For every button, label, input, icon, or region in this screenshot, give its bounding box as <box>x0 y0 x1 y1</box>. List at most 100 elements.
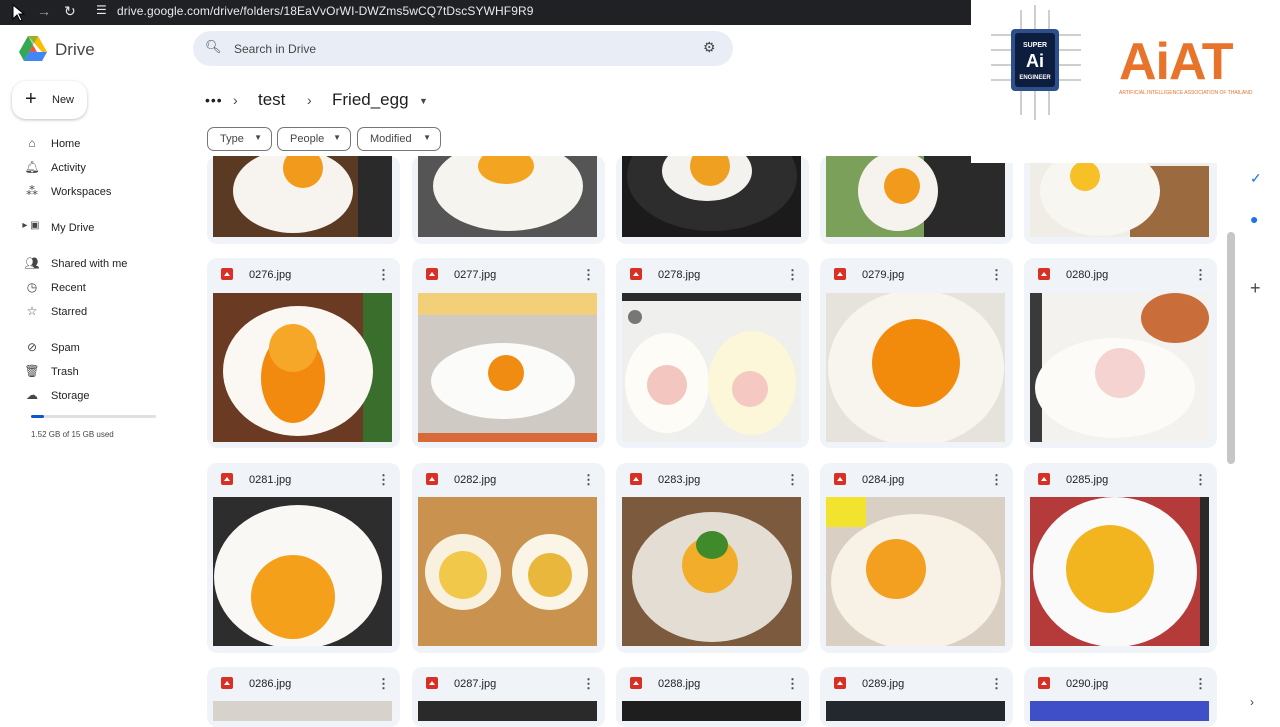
sidebar-item-starred[interactable]: ☆ Starred <box>22 303 182 323</box>
file-card[interactable]: 0282.jpg ⋮ <box>412 463 605 653</box>
file-name: 0284.jpg <box>862 474 905 486</box>
sidebar-item-shared[interactable]: 👥︎ Shared with me <box>22 255 182 275</box>
file-thumbnail <box>418 156 597 237</box>
file-card[interactable]: 0276.jpg ⋮ <box>207 258 400 448</box>
more-options-icon[interactable]: ⋮ <box>786 267 799 283</box>
search-options-icon[interactable]: ⚙ <box>703 39 716 56</box>
more-options-icon[interactable]: ⋮ <box>377 472 390 488</box>
storage-meter <box>31 415 156 418</box>
file-thumbnail <box>826 293 1005 442</box>
more-options-icon[interactable]: ⋮ <box>990 676 1003 692</box>
people-icon: 👥︎ <box>24 256 40 270</box>
file-thumbnail <box>213 293 392 442</box>
file-name: 0288.jpg <box>658 678 701 690</box>
more-options-icon[interactable]: ⋮ <box>1194 676 1207 692</box>
app-name: Drive <box>55 40 95 59</box>
file-name: 0277.jpg <box>454 269 497 281</box>
search-bar[interactable]: 🔍︎ Search in Drive ⚙ <box>193 31 733 66</box>
file-card[interactable] <box>820 156 1013 244</box>
sidebar-item-activity[interactable]: 🔔︎ Activity <box>22 159 182 179</box>
more-options-icon[interactable]: ⋮ <box>990 472 1003 488</box>
sidebar-item-workspaces[interactable]: ⁂ Workspaces <box>22 183 182 203</box>
file-card[interactable]: 0286.jpg ⋮ <box>207 667 400 727</box>
chevron-right-icon: › <box>307 92 312 108</box>
file-thumbnail <box>826 156 1005 237</box>
file-thumbnail <box>622 156 801 237</box>
plus-icon: + <box>25 88 37 110</box>
file-card[interactable]: 0279.jpg ⋮ <box>820 258 1013 448</box>
file-card[interactable]: 0290.jpg ⋮ <box>1024 667 1217 727</box>
svg-text:ENGINEER: ENGINEER <box>1019 75 1051 81</box>
sidebar-item-label: Trash <box>51 366 79 378</box>
bell-icon: 🔔︎ <box>24 160 40 174</box>
file-card[interactable]: 0280.jpg ⋮ <box>1024 258 1217 448</box>
image-file-icon <box>221 677 233 689</box>
file-thumbnail <box>826 497 1005 646</box>
file-card[interactable]: 0278.jpg ⋮ <box>616 258 809 448</box>
more-options-icon[interactable]: ⋮ <box>1194 267 1207 283</box>
image-file-icon <box>630 268 642 280</box>
filter-type[interactable]: Type ▼ <box>207 127 272 151</box>
image-file-icon <box>221 268 233 280</box>
more-options-icon[interactable]: ⋮ <box>582 676 595 692</box>
file-card[interactable] <box>412 156 605 244</box>
filter-people[interactable]: People ▼ <box>277 127 351 151</box>
site-settings-icon[interactable]: ☰ <box>96 3 107 17</box>
more-options-icon[interactable]: ⋮ <box>582 472 595 488</box>
file-card[interactable] <box>616 156 809 244</box>
file-thumbnail <box>418 701 597 721</box>
clock-icon: ◷ <box>26 280 38 294</box>
file-thumbnail <box>1030 156 1209 237</box>
tasks-icon[interactable]: ✓ <box>1250 170 1262 187</box>
address-bar[interactable]: drive.google.com/drive/folders/18EaVvOrW… <box>117 4 534 18</box>
sidebar-item-spam[interactable]: ⊘ Spam <box>22 339 182 359</box>
sidebar-item-label: Home <box>51 138 81 150</box>
new-button[interactable]: + New <box>12 81 87 119</box>
workspaces-icon: ⁂ <box>26 184 38 198</box>
file-card[interactable]: 0281.jpg ⋮ <box>207 463 400 653</box>
add-addon-icon[interactable]: + <box>1250 278 1261 299</box>
contacts-icon[interactable]: ● <box>1250 211 1258 227</box>
more-options-icon[interactable]: ⋮ <box>377 676 390 692</box>
file-card[interactable]: 0285.jpg ⋮ <box>1024 463 1217 653</box>
file-card[interactable]: 0288.jpg ⋮ <box>616 667 809 727</box>
file-card[interactable]: 0289.jpg ⋮ <box>820 667 1013 727</box>
sidebar-item-label: Activity <box>51 162 86 174</box>
file-name: 0282.jpg <box>454 474 497 486</box>
sidebar-item-recent[interactable]: ◷ Recent <box>22 279 182 299</box>
sidebar-item-my-drive[interactable]: ▸ ▣ My Drive <box>22 219 182 239</box>
more-options-icon[interactable]: ⋮ <box>786 472 799 488</box>
breadcrumb-overflow[interactable]: ••• <box>205 92 223 108</box>
mouse-cursor-icon <box>12 4 26 22</box>
super-ai-engineer-logo: SUPER Ai ENGINEER <box>991 5 1081 120</box>
more-options-icon[interactable]: ⋮ <box>377 267 390 283</box>
file-thumbnail <box>418 497 597 646</box>
caret-down-icon[interactable]: ▼ <box>419 96 428 106</box>
file-name: 0278.jpg <box>658 269 701 281</box>
filter-modified[interactable]: Modified ▼ <box>357 127 441 151</box>
scrollbar-thumb[interactable] <box>1227 232 1235 464</box>
sponsor-logo-overlay: SUPER Ai ENGINEER AiAT ARTIFICIAL INTELL… <box>971 0 1280 163</box>
breadcrumb-current-folder[interactable]: Fried_egg <box>332 90 409 110</box>
reload-icon[interactable]: ↻ <box>64 3 76 20</box>
image-file-icon <box>834 677 846 689</box>
file-card[interactable]: 0284.jpg ⋮ <box>820 463 1013 653</box>
breadcrumb-item-test[interactable]: test <box>258 90 285 110</box>
more-options-icon[interactable]: ⋮ <box>786 676 799 692</box>
chevron-right-icon[interactable]: › <box>1250 695 1254 709</box>
file-card[interactable]: 0277.jpg ⋮ <box>412 258 605 448</box>
file-name: 0276.jpg <box>249 269 292 281</box>
forward-arrow-icon[interactable]: → <box>37 3 51 19</box>
sidebar-item-storage[interactable]: ☁ Storage <box>22 387 182 407</box>
sidebar-item-trash[interactable]: 🗑︎ Trash <box>22 363 182 383</box>
more-options-icon[interactable]: ⋮ <box>1194 472 1207 488</box>
more-options-icon[interactable]: ⋮ <box>582 267 595 283</box>
file-card[interactable] <box>1024 156 1217 244</box>
sidebar-item-home[interactable]: ⌂ Home <box>22 135 182 155</box>
file-card[interactable] <box>207 156 400 244</box>
file-card[interactable]: 0283.jpg ⋮ <box>616 463 809 653</box>
more-options-icon[interactable]: ⋮ <box>990 267 1003 283</box>
sidebar-item-label: Spam <box>51 342 80 354</box>
file-card[interactable]: 0287.jpg ⋮ <box>412 667 605 727</box>
caret-down-icon: ▼ <box>254 133 262 142</box>
